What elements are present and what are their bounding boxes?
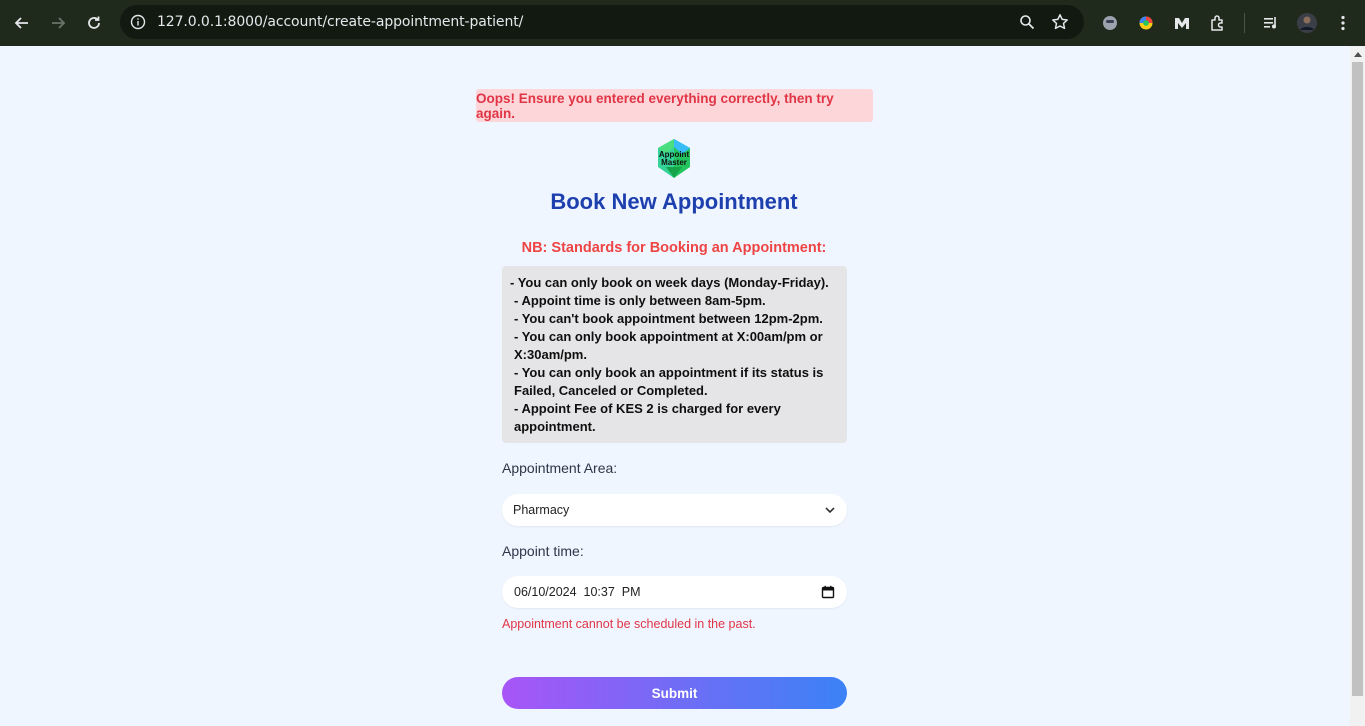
chevron-down-icon (825, 507, 835, 514)
rule-line: X:30am/pm. (514, 347, 587, 362)
page-title: Book New Appointment (550, 189, 798, 214)
extensions-puzzle-icon[interactable] (1206, 11, 1230, 35)
rule-line: - You can only book an appointment if it… (514, 365, 824, 380)
scroll-up-arrow-icon[interactable] (1350, 46, 1365, 62)
appoint-time-value: 06/10/2024 10:37 PM (514, 585, 641, 599)
page-scrollbar[interactable] (1350, 46, 1365, 726)
address-bar[interactable]: 127.0.0.1:8000/account/create-appointmen… (120, 5, 1084, 39)
malwarebytes-icon[interactable] (1170, 11, 1194, 35)
logo-line-2: Master (661, 158, 687, 167)
extension-icon-1[interactable] (1098, 11, 1122, 35)
rule-line: - You can't book appointment between 12p… (514, 311, 823, 326)
calendar-icon (821, 585, 835, 599)
url-path: :8000/account/create-appointment-patient… (222, 14, 524, 30)
reload-icon (88, 16, 100, 29)
appoint-time-label: Appoint time: (502, 543, 584, 559)
rule-line: - You can only book appointment at X:00a… (514, 329, 823, 344)
back-button[interactable] (10, 11, 34, 35)
appointment-area-label: Appointment Area: (502, 460, 618, 476)
url-host: 127.0.0.1 (157, 14, 223, 30)
appoint-time-input[interactable]: 06/10/2024 10:37 PM (502, 576, 847, 608)
rule-line: - Appoint Fee of KES 2 is charged for ev… (514, 401, 781, 416)
reload-button[interactable] (82, 11, 106, 35)
error-alert: Oops! Ensure you entered everything corr… (476, 89, 873, 122)
media-control-icon[interactable] (1259, 11, 1283, 35)
appointmaster-logo: Appoint Master (654, 137, 694, 180)
arrow-left-icon (14, 17, 28, 29)
site-info-icon[interactable] (128, 12, 148, 32)
toolbar-divider (1244, 13, 1245, 33)
booking-rules-box: - You can only book on week days (Monday… (502, 266, 847, 443)
appointment-area-value: Pharmacy (513, 503, 570, 517)
zoom-icon[interactable] (1017, 12, 1037, 32)
rule-line: - You can only book on week days (Monday… (510, 275, 829, 290)
scrollbar-thumb[interactable] (1352, 62, 1363, 696)
arrow-right-icon (52, 17, 66, 29)
extension-icon-2[interactable] (1134, 11, 1158, 35)
bookmark-star-icon[interactable] (1050, 12, 1070, 32)
forward-button[interactable] (46, 11, 70, 35)
appointment-area-select[interactable]: Pharmacy (502, 494, 847, 526)
browser-menu-icon[interactable] (1331, 11, 1355, 35)
rule-line: - Appoint time is only between 8am-5pm. (514, 293, 766, 308)
rule-line: appointment. (514, 419, 596, 434)
standards-heading: NB: Standards for Booking an Appointment… (521, 240, 827, 256)
appoint-time-error: Appointment cannot be scheduled in the p… (502, 617, 756, 631)
rule-line: Failed, Canceled or Completed. (514, 383, 708, 398)
url-text: 127.0.0.1:8000/account/create-appointmen… (157, 14, 523, 30)
profile-avatar[interactable] (1295, 11, 1319, 35)
submit-button[interactable]: Submit (502, 677, 847, 709)
browser-toolbar: 127.0.0.1:8000/account/create-appointmen… (0, 0, 1365, 46)
